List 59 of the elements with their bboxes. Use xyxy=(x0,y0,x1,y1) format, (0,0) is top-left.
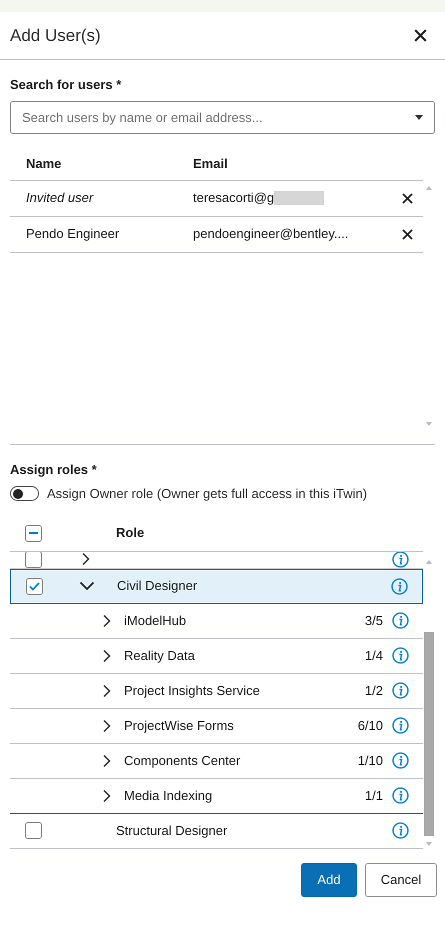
chevron-right-icon[interactable] xyxy=(102,684,112,698)
user-email: pendoengineer@bentley.... xyxy=(193,225,348,244)
cancel-button[interactable]: Cancel xyxy=(365,862,437,896)
info-icon[interactable] xyxy=(392,787,409,804)
column-header: Name xyxy=(25,154,62,173)
toggle-label: Assign Owner role (Owner gets full access in this iTwin) xyxy=(47,485,368,503)
chevron-right-icon[interactable] xyxy=(102,718,112,732)
chevron-right-icon[interactable] xyxy=(102,788,112,802)
info-icon[interactable] xyxy=(392,822,409,839)
dropdown-arrow-icon[interactable] xyxy=(415,114,423,120)
checkbox[interactable] xyxy=(26,578,43,594)
chevron-right-icon[interactable] xyxy=(102,614,112,628)
role-row[interactable]: Civil Designer xyxy=(10,568,423,604)
service-name: Media Indexing xyxy=(124,786,214,805)
minus-icon xyxy=(29,532,38,534)
service-name: Components Center xyxy=(124,752,242,770)
permission-count: 1/2 xyxy=(364,682,383,700)
chevron-right-icon[interactable] xyxy=(102,754,112,768)
service-name: Reality Data xyxy=(124,646,196,665)
role-row[interactable]: Structural Designer xyxy=(10,814,423,848)
column-header: Email xyxy=(193,154,228,173)
role-name: Civil Designer xyxy=(117,577,198,596)
chevron-right-icon[interactable] xyxy=(102,648,112,662)
add-button[interactable]: Add xyxy=(301,862,357,896)
search-field[interactable]: Search users by name or email address... xyxy=(10,100,435,134)
user-email: teresacorti@g xyxy=(193,189,274,208)
owner-toggle[interactable] xyxy=(10,486,39,502)
section-label: Assign roles * xyxy=(10,460,98,479)
info-icon[interactable] xyxy=(392,647,409,664)
role-name: Structural Designer xyxy=(116,822,228,840)
close-icon xyxy=(402,192,412,204)
user-name: Pendo Engineer xyxy=(25,225,120,244)
service-name: iModelHub xyxy=(124,612,188,630)
info-icon[interactable] xyxy=(392,682,409,699)
info-icon[interactable] xyxy=(392,612,409,629)
checkbox[interactable] xyxy=(25,524,42,542)
permission-count: 6/10 xyxy=(358,716,383,735)
dialog-title: Add User(s) xyxy=(10,24,101,47)
info-icon[interactable] xyxy=(391,578,408,594)
field-label: Search for users * xyxy=(10,76,122,94)
permission-count: 3/5 xyxy=(364,612,383,630)
close-icon xyxy=(414,29,426,42)
info-icon[interactable] xyxy=(392,717,409,734)
scrollbar-thumb[interactable] xyxy=(424,632,434,836)
checkmark-icon xyxy=(29,582,40,590)
column-header: Role xyxy=(115,524,144,542)
checkbox[interactable] xyxy=(25,822,42,839)
close-icon xyxy=(402,228,412,240)
permission-count: 1/10 xyxy=(358,752,383,770)
service-name: ProjectWise Forms xyxy=(124,716,235,735)
info-icon[interactable] xyxy=(392,752,409,769)
chevron-right-icon[interactable] xyxy=(80,552,90,566)
permission-count: 1/1 xyxy=(364,786,383,805)
user-name: Invited user xyxy=(25,189,94,208)
checkbox[interactable] xyxy=(25,552,42,568)
chevron-down-icon[interactable] xyxy=(78,581,94,591)
info-icon[interactable] xyxy=(392,552,409,568)
service-name: Project Insights Service xyxy=(124,682,261,700)
permission-count: 1/4 xyxy=(364,646,383,665)
